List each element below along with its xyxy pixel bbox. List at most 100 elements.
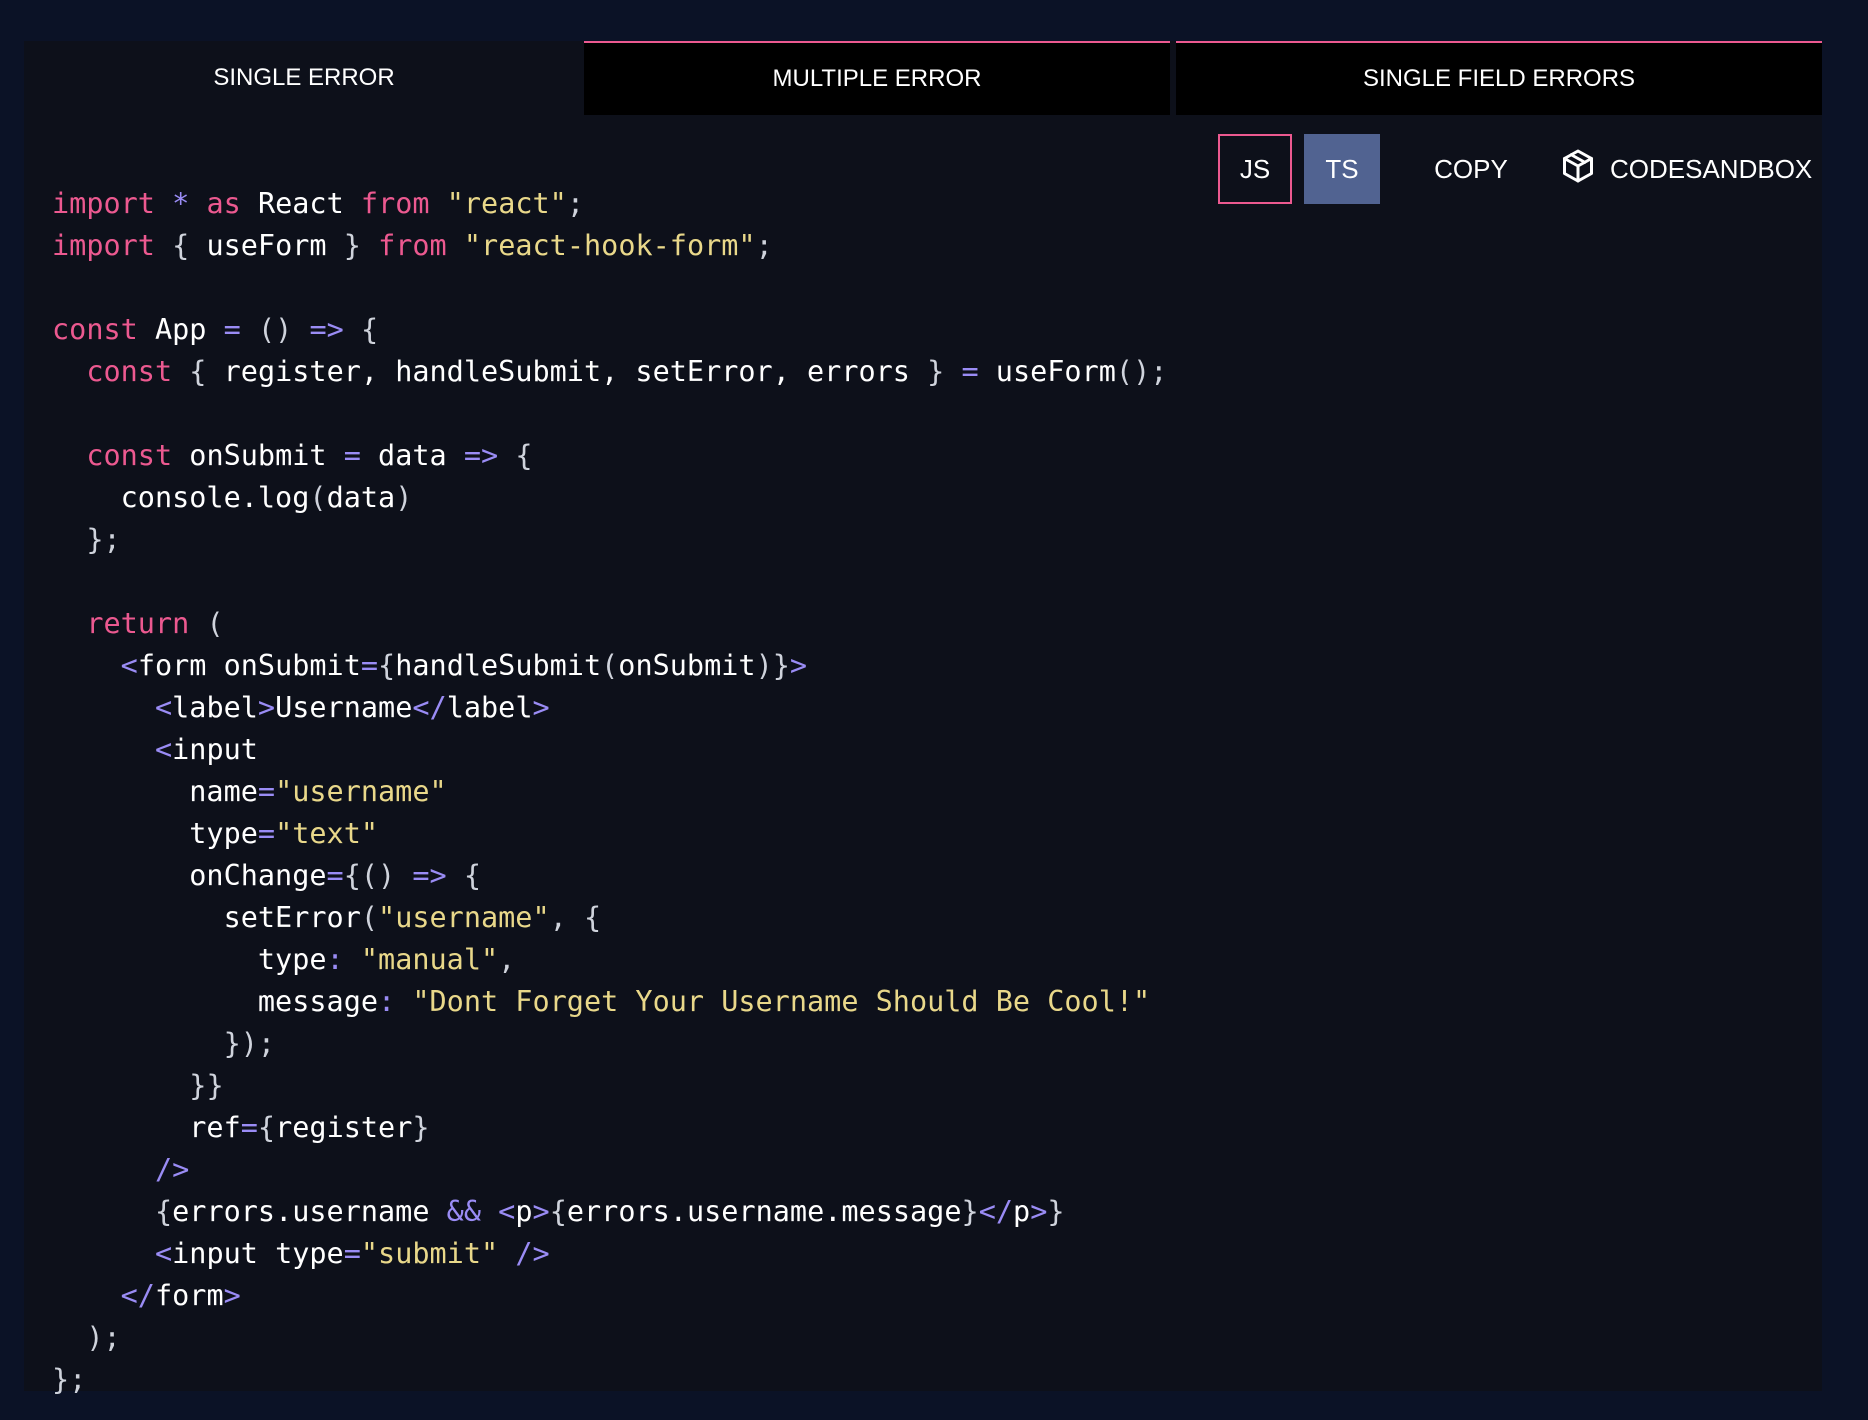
code-token: {	[583, 901, 602, 934]
tab-multiple-error[interactable]: MULTIPLE ERROR	[584, 41, 1170, 115]
code-example-panel: SINGLE ERROR MULTIPLE ERROR SINGLE FIELD…	[24, 41, 1822, 1396]
code-token: from	[378, 229, 447, 262]
code-token: data	[326, 481, 396, 514]
code-token: :	[326, 943, 344, 976]
tab-single-error[interactable]: SINGLE ERROR	[24, 41, 584, 115]
code-token: :	[378, 985, 396, 1018]
code-token: </	[120, 1279, 155, 1312]
code-token: data	[360, 439, 464, 472]
code-token: };	[86, 523, 121, 556]
code-token: setError	[52, 901, 361, 934]
code-token: errors.username.message	[566, 1195, 962, 1228]
code-token: <	[154, 733, 173, 766]
code-token: console.log	[52, 481, 310, 514]
code-token: =	[257, 775, 276, 808]
code-token: "text"	[275, 817, 379, 850]
code-token: =	[360, 649, 379, 682]
code-token: type	[52, 943, 327, 976]
code-token: );	[86, 1321, 121, 1354]
code-token: onChange	[52, 859, 327, 892]
code-line: <input type="submit" />	[52, 1233, 1167, 1275]
code-line: </form>	[52, 1275, 1167, 1317]
code-token: {	[549, 1195, 567, 1228]
code-token: <	[154, 691, 173, 724]
code-token: React	[240, 187, 361, 220]
code-token: Username	[275, 691, 413, 724]
codesandbox-button[interactable]: CODESANDBOX	[1536, 134, 1826, 204]
code-line: }}	[52, 1065, 1167, 1107]
code-token: <	[154, 1237, 173, 1270]
code-token: register, handleSubmit, setError, errors	[206, 355, 928, 388]
code-token: {	[172, 229, 190, 262]
code-token: &&	[446, 1195, 481, 1228]
code-line: };	[52, 1359, 1167, 1401]
code-token: (	[360, 901, 379, 934]
code-token: >	[789, 649, 808, 682]
code-token: form	[154, 1279, 224, 1312]
code-token: "submit"	[360, 1237, 499, 1270]
code-token: >	[1030, 1195, 1048, 1228]
code-token: *	[172, 187, 190, 220]
code-line: return (	[52, 603, 1167, 645]
code-token: (	[601, 649, 619, 682]
copy-button[interactable]: COPY	[1404, 134, 1538, 204]
code-line: name="username"	[52, 771, 1167, 813]
code-token: )	[395, 481, 413, 514]
code-token: useForm	[189, 229, 344, 262]
code-token: =	[326, 859, 344, 892]
code-token: message	[52, 985, 379, 1018]
code-token: handleSubmit	[395, 649, 602, 682]
code-line: const App = () => {	[52, 309, 1167, 351]
code-token: {	[189, 355, 207, 388]
code-token: ,	[498, 943, 516, 976]
code-token: "react"	[446, 187, 567, 220]
code-line: <input	[52, 729, 1167, 771]
code-token: {	[515, 439, 533, 472]
code-token: </	[978, 1195, 1014, 1228]
code-token: ,	[549, 901, 567, 934]
code-line: import * as React from "react";	[52, 183, 1167, 225]
code-token: =	[961, 355, 979, 388]
js-button[interactable]: JS	[1218, 134, 1292, 204]
code-token: =>	[412, 859, 447, 892]
code-token: }	[343, 229, 361, 262]
code-token: {	[463, 859, 482, 892]
code-token: "username"	[275, 775, 447, 808]
code-token: =	[257, 817, 276, 850]
code-token: register	[275, 1111, 413, 1144]
code-token: =	[223, 313, 241, 346]
code-token: }}	[189, 1069, 224, 1102]
code-token: ;	[755, 229, 773, 262]
ts-button[interactable]: TS	[1304, 134, 1380, 204]
code-line: const { register, handleSubmit, setError…	[52, 351, 1167, 393]
code-token: =>	[309, 313, 344, 346]
code-token: type	[52, 817, 258, 850]
tab-single-field-errors[interactable]: SINGLE FIELD ERRORS	[1176, 41, 1822, 115]
code-line: };	[52, 519, 1167, 561]
code-token: {	[257, 1111, 276, 1144]
code-token: {	[360, 313, 379, 346]
code-line: type="text"	[52, 813, 1167, 855]
code-token: from	[360, 187, 430, 220]
